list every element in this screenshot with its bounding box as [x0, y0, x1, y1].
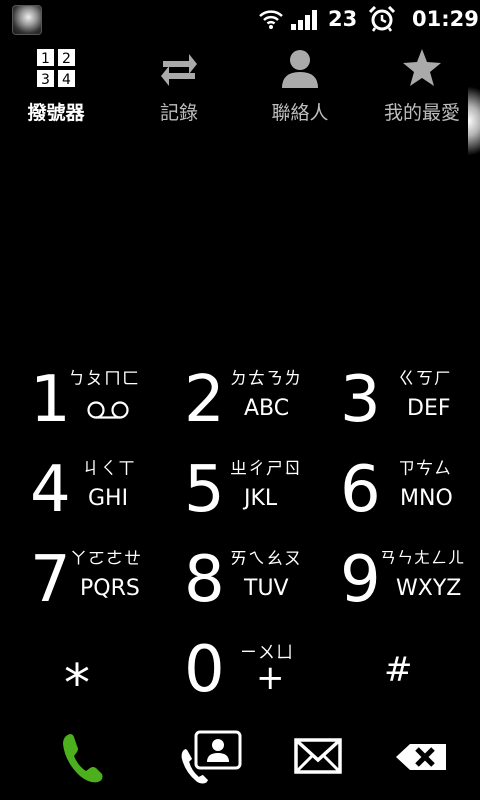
status-bar: 23 01:29 — [0, 0, 480, 38]
alarm-icon — [368, 6, 396, 32]
contacts-card-icon[interactable] — [176, 728, 246, 788]
key-bopomofo: ㄉㄊㄋㄌ — [230, 369, 302, 389]
dialpad-icon: 1 2 3 4 — [37, 49, 75, 88]
key-digit: 1 — [30, 363, 71, 437]
call-icon[interactable] — [48, 728, 118, 788]
key-8[interactable]: 8 ㄞㄟㄠㄡ TUV — [184, 540, 334, 626]
call-log-icon — [161, 54, 197, 86]
key-digit: 5 — [184, 453, 225, 527]
backspace-icon[interactable] — [392, 728, 462, 788]
key-6[interactable]: 6 ㄗㄘㄙ MNO — [340, 450, 480, 536]
key-1[interactable]: 1 ㄅㄆㄇㄈ — [30, 360, 180, 446]
wifi-icon — [259, 10, 283, 29]
tab-favorites[interactable]: 我的最愛 — [372, 38, 472, 134]
svg-text:2: 2 — [62, 51, 71, 67]
contact-icon — [282, 50, 318, 88]
key-digit: 8 — [184, 543, 225, 617]
message-icon[interactable] — [290, 728, 360, 788]
key-letters: + — [256, 658, 285, 698]
tab-label: 撥號器 — [27, 102, 85, 124]
tab-contacts[interactable]: 聯絡人 — [250, 38, 350, 134]
key-9[interactable]: 9 ㄢㄣㄤㄥㄦ WXYZ — [340, 540, 480, 626]
signal-icon — [291, 10, 317, 30]
key-letters: ABC — [244, 396, 290, 421]
key-7[interactable]: 7 ㄚㄛㄜㄝ PQRS — [30, 540, 180, 626]
bottom-action-bar — [0, 712, 480, 800]
key-3[interactable]: 3 ㄍㄎㄏ DEF — [340, 360, 480, 446]
key-bopomofo: ㄓㄔㄕㄖ — [230, 459, 302, 479]
key-digit: 7 — [30, 543, 71, 617]
key-digit: 6 — [340, 453, 381, 527]
key-4[interactable]: 4 ㄐㄑㄒ GHI — [30, 450, 180, 536]
tab-call-log[interactable]: 記錄 — [129, 38, 229, 134]
key-2[interactable]: 2 ㄉㄊㄋㄌ ABC — [184, 360, 334, 446]
tab-dialer[interactable]: 1 2 3 4 撥號器 — [6, 38, 106, 134]
tab-label: 我的最愛 — [383, 102, 460, 124]
tab-bar: 1 2 3 4 撥號器 記錄 聯絡人 我的最愛 — [0, 38, 480, 156]
key-digit: # — [384, 650, 413, 690]
key-letters: JKL — [244, 486, 278, 511]
key-letters: TUV — [244, 576, 289, 601]
key-letters: PQRS — [80, 576, 140, 601]
avatar-icon — [12, 5, 42, 35]
key-letters: DEF — [407, 396, 451, 421]
key-hash[interactable]: # — [384, 630, 480, 716]
star-icon — [403, 49, 441, 86]
key-bopomofo: ㄍㄎㄏ — [398, 369, 452, 389]
key-letters: WXYZ — [396, 576, 462, 601]
key-digit: 2 — [184, 363, 225, 437]
clock: 01:29 — [412, 7, 479, 31]
key-letters: GHI — [88, 486, 129, 511]
tab-label: 聯絡人 — [271, 102, 329, 124]
key-letters: MNO — [400, 486, 453, 511]
battery-level: 23 — [328, 7, 358, 31]
key-digit: 0 — [184, 633, 225, 707]
key-bopomofo: ㄗㄘㄙ — [398, 459, 452, 479]
key-digit: 9 — [340, 543, 381, 617]
key-bopomofo: ㄅㄆㄇㄈ — [68, 369, 140, 389]
key-digit: 4 — [30, 453, 71, 527]
key-bopomofo: ㄚㄛㄜㄝ — [70, 549, 142, 569]
scroll-edge-glow — [468, 86, 480, 156]
key-5[interactable]: 5 ㄓㄔㄕㄖ JKL — [184, 450, 334, 536]
key-digit: 3 — [340, 363, 381, 437]
key-bopomofo: ㄞㄟㄠㄡ — [230, 549, 302, 569]
svg-text:3: 3 — [41, 72, 50, 88]
svg-text:1: 1 — [41, 51, 50, 67]
key-0[interactable]: 0 ㄧㄨㄩ + — [184, 630, 334, 716]
voicemail-icon — [87, 401, 129, 419]
tab-label: 記錄 — [159, 102, 198, 124]
key-bopomofo: ㄐㄑㄒ — [82, 459, 136, 479]
key-bopomofo: ㄢㄣㄤㄥㄦ — [380, 548, 466, 567]
svg-text:4: 4 — [62, 72, 71, 88]
